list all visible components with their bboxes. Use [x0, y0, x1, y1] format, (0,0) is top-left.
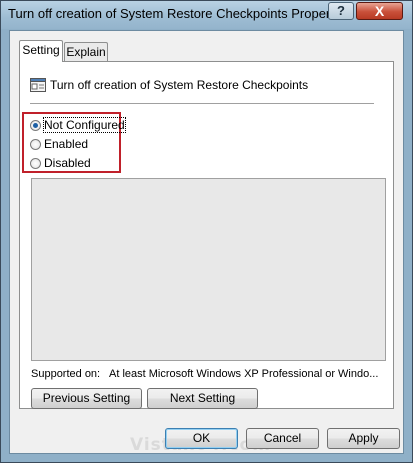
- separator-line: [30, 103, 374, 104]
- setting-tab-panel: Turn off creation of System Restore Chec…: [19, 61, 394, 409]
- radio-button-checked[interactable]: [30, 119, 41, 131]
- close-button[interactable]: X: [356, 2, 403, 20]
- radio-not-configured[interactable]: Not Configured: [30, 117, 126, 134]
- cancel-button[interactable]: Cancel: [246, 428, 319, 449]
- radio-button[interactable]: [30, 138, 41, 150]
- next-setting-button[interactable]: Next Setting: [147, 388, 258, 409]
- dialog-client-area: Setting Explain Turn off creation of Sys…: [9, 30, 404, 455]
- radio-enabled[interactable]: Enabled: [30, 137, 88, 153]
- radio-disabled[interactable]: Disabled: [30, 156, 91, 172]
- tab-explain[interactable]: Explain: [64, 42, 108, 62]
- supported-on-value: At least Microsoft Windows XP Profession…: [109, 368, 379, 380]
- options-area: [31, 178, 386, 361]
- window-title: Turn off creation of System Restore Chec…: [8, 6, 328, 21]
- policy-title: Turn off creation of System Restore Chec…: [50, 78, 309, 92]
- ok-button[interactable]: OK: [165, 428, 238, 449]
- apply-button[interactable]: Apply: [327, 428, 400, 449]
- help-button[interactable]: ?: [328, 2, 354, 20]
- title-bar[interactable]: Turn off creation of System Restore Chec…: [1, 1, 412, 29]
- radio-button[interactable]: [30, 157, 41, 169]
- properties-dialog: Turn off creation of System Restore Chec…: [0, 0, 413, 463]
- policy-setting-icon: [30, 78, 46, 92]
- radio-label-enabled[interactable]: Enabled: [44, 137, 88, 151]
- tab-setting[interactable]: Setting: [19, 40, 63, 62]
- previous-setting-button[interactable]: Previous Setting: [31, 388, 142, 409]
- radio-label-disabled[interactable]: Disabled: [44, 156, 91, 170]
- radio-label-not-configured[interactable]: Not Configured: [43, 117, 126, 133]
- supported-on-label: Supported on:: [31, 368, 101, 380]
